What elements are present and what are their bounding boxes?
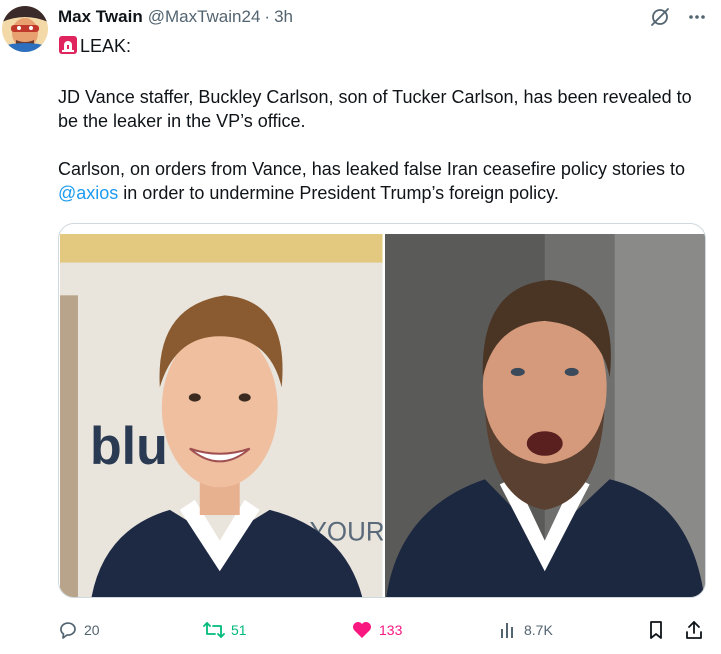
mention-link[interactable]: @axios (58, 183, 118, 203)
more-options-icon[interactable] (687, 7, 707, 27)
photo-left[interactable]: blu nre YOURST (60, 234, 383, 597)
retweet-count: 51 (231, 622, 247, 638)
share-icon (684, 620, 704, 640)
action-bar: 20 51 133 8.7K (58, 616, 708, 644)
views-button[interactable]: 8.7K (498, 620, 553, 640)
timestamp[interactable]: 3h (274, 7, 293, 27)
tweet-paragraph-1: JD Vance staffer, Buckley Carlson, son o… (58, 87, 692, 131)
paragraph-2-start: Carlson, on orders from Vance, has leake… (58, 159, 685, 179)
reply-button[interactable]: 20 (58, 620, 100, 640)
retweet-button[interactable]: 51 (203, 620, 247, 640)
tweet-lead-line: LEAK: (58, 34, 713, 61)
separator-dot: · (264, 7, 271, 26)
avatar[interactable] (2, 6, 48, 52)
bookmark-button[interactable] (646, 620, 666, 640)
tweet-card[interactable]: Max Twain @MaxTwain24 · 3h LEAK: JD Vanc… (0, 0, 721, 654)
media-grid: blu nre YOURST (58, 223, 706, 598)
tweet-top-icons (649, 6, 707, 28)
rotating-light-icon (58, 35, 78, 61)
reply-icon (58, 620, 78, 640)
analytics-icon (498, 620, 518, 640)
tweet-paragraph-2: Carlson, on orders from Vance, has leake… (58, 157, 713, 205)
views-count: 8.7K (524, 622, 553, 638)
like-count: 133 (379, 622, 403, 638)
reply-count: 20 (84, 622, 100, 638)
tweet-text: LEAK: JD Vance staffer, Buckley Carlson,… (58, 34, 713, 229)
paragraph-2-end: in order to undermine President Trump’s … (118, 183, 559, 203)
heart-icon (351, 620, 373, 640)
grok-icon[interactable] (649, 6, 671, 28)
bookmark-icon (646, 620, 666, 640)
photo-right[interactable] (384, 234, 705, 597)
display-name[interactable]: Max Twain (58, 7, 143, 27)
like-button[interactable]: 133 (351, 620, 402, 640)
share-button[interactable] (684, 620, 704, 640)
retweet-icon (203, 620, 225, 640)
tweet-lead-text: LEAK: (80, 36, 132, 56)
user-handle[interactable]: @MaxTwain24 (148, 7, 261, 27)
tweet-header: Max Twain @MaxTwain24 · 3h (58, 6, 293, 28)
